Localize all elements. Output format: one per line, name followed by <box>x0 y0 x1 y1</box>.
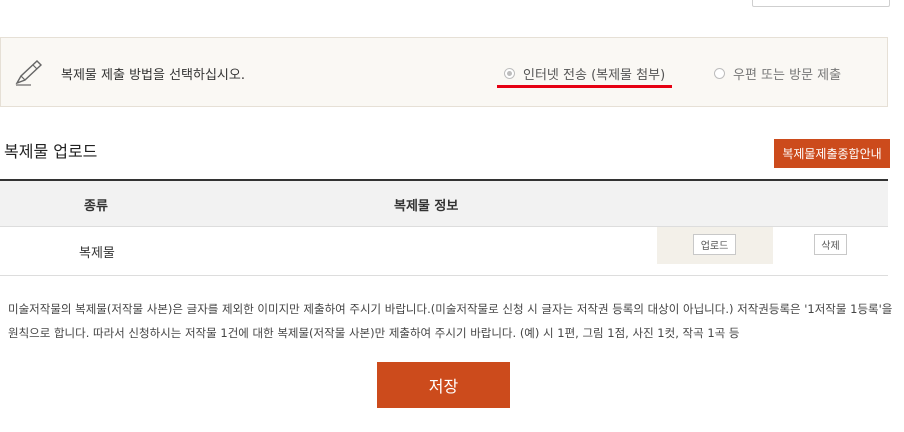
copy-table: 종류 복제물 정보 복제물 업로드 삭제 <box>0 179 888 276</box>
save-button[interactable]: 저장 <box>377 362 510 408</box>
radio-internet-label: 인터넷 전송 (복제물 첨부) <box>523 68 666 83</box>
pen-icon <box>15 60 43 86</box>
upload-cell: 업로드 <box>657 227 773 264</box>
radio-mail-label: 우편 또는 방문 제출 <box>733 68 842 83</box>
radio-unchecked-icon[interactable] <box>714 68 725 79</box>
method-prompt: 복제물 제출 방법을 선택하십시오. <box>61 68 245 83</box>
submission-guide-button[interactable]: 복제물제출종합안내 <box>774 139 890 168</box>
table-header: 종류 복제물 정보 <box>0 181 888 227</box>
row-type: 복제물 <box>79 246 115 261</box>
radio-mail-visit[interactable]: 우편 또는 방문 제출 <box>714 64 841 83</box>
radio-checked-icon[interactable] <box>504 68 515 79</box>
top-input-box <box>752 0 890 7</box>
submission-method-panel: 복제물 제출 방법을 선택하십시오. 인터넷 전송 (복제물 첨부) 우편 또는… <box>0 37 888 107</box>
radio-internet-upload[interactable]: 인터넷 전송 (복제물 첨부) <box>504 64 665 83</box>
delete-button[interactable]: 삭제 <box>814 234 847 255</box>
header-type: 종류 <box>84 199 108 214</box>
table-row: 복제물 업로드 삭제 <box>0 227 888 276</box>
selection-underline <box>497 85 672 88</box>
header-info: 복제물 정보 <box>394 199 459 214</box>
section-title: 복제물 업로드 <box>4 142 98 161</box>
notice-text: 미술저작물의 복제물(저작물 사본)은 글자를 제외한 이미지만 제출하여 주시… <box>8 302 893 340</box>
upload-button[interactable]: 업로드 <box>693 234 736 255</box>
